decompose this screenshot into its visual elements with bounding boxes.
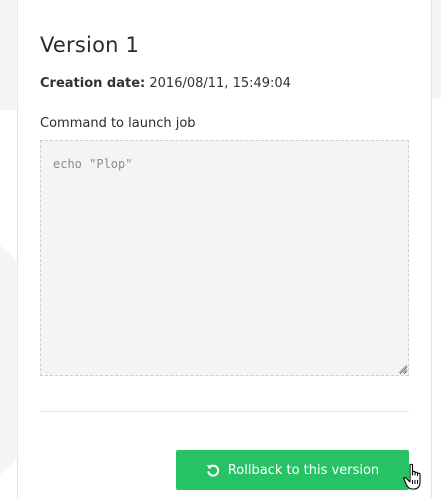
rollback-button[interactable]: Rollback to this version bbox=[176, 450, 409, 490]
creation-date-label: Creation date: bbox=[40, 76, 146, 91]
version-panel: Version 1 Creation date: 2016/08/11, 15:… bbox=[17, 0, 432, 498]
command-textarea[interactable]: echo "Plop" bbox=[40, 140, 409, 376]
version-title: Version 1 bbox=[40, 33, 140, 57]
creation-date-value: 2016/08/11, 15:49:04 bbox=[149, 76, 291, 91]
rollback-button-label: Rollback to this version bbox=[227, 462, 380, 478]
resize-handle-icon[interactable] bbox=[398, 364, 407, 373]
hand-pointer-icon bbox=[403, 463, 421, 490]
page: Version 1 Creation date: 2016/08/11, 15:… bbox=[0, 0, 441, 498]
divider bbox=[40, 411, 409, 412]
command-label: Command to launch job bbox=[40, 116, 196, 131]
rotate-ccw-icon bbox=[206, 464, 219, 477]
creation-date: Creation date: 2016/08/11, 15:49:04 bbox=[40, 76, 291, 91]
